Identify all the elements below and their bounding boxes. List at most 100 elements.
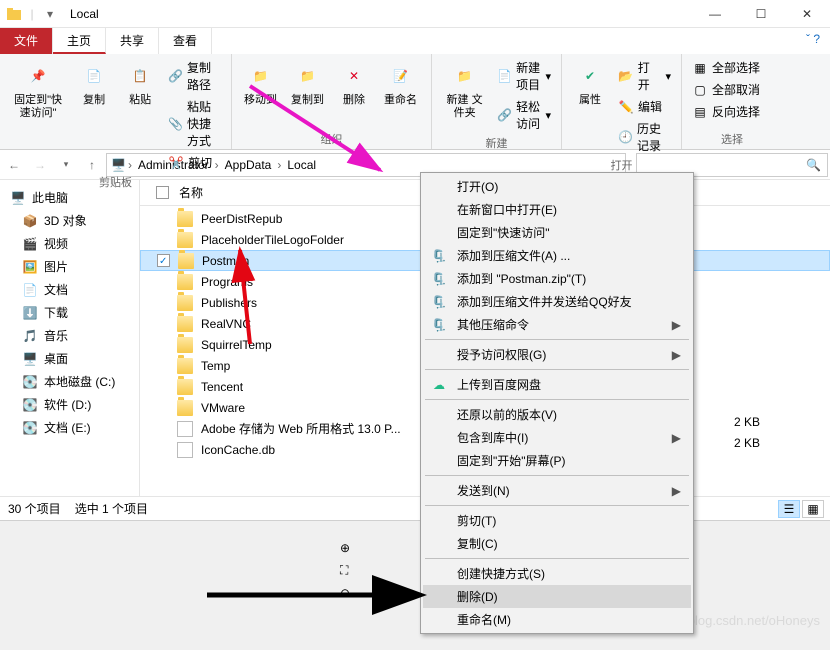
sidebar-item[interactable]: 🖼️图片 — [4, 255, 135, 278]
sidebar-item[interactable]: 💽本地磁盘 (C:) — [4, 370, 135, 393]
sidebar-icon: 🖥️ — [22, 351, 38, 367]
preview-pane: ⊕ ⛶ ⊖ — [0, 520, 830, 650]
sidebar-item[interactable]: 🎵音乐 — [4, 324, 135, 347]
menu-item[interactable]: 在新窗口中打开(E) — [423, 198, 691, 221]
close-button[interactable]: ✕ — [784, 0, 830, 28]
menu-label: 创建快捷方式(S) — [457, 565, 545, 582]
newfolder-button[interactable]: 📁新建 文件夹 — [440, 58, 489, 122]
sidebar-icon: 🖼️ — [22, 259, 38, 275]
group-new-label: 新建 — [440, 133, 553, 151]
sidebar-item[interactable]: 📦3D 对象 — [4, 209, 135, 232]
menu-label: 授予访问权限(G) — [457, 346, 546, 363]
menu-item[interactable]: 还原以前的版本(V) — [423, 403, 691, 426]
sidebar-item[interactable]: 🖥️桌面 — [4, 347, 135, 370]
select-none-button[interactable]: ▢全部取消 — [690, 80, 762, 99]
menu-item[interactable]: 打开(O) — [423, 175, 691, 198]
select-all-button[interactable]: ▦全部选择 — [690, 58, 762, 77]
copyto-button[interactable]: 📁复制到 — [287, 58, 328, 109]
menu-separator — [425, 399, 689, 400]
menu-item[interactable]: 包含到库中(I)▶ — [423, 426, 691, 449]
column-name[interactable]: 名称 — [179, 184, 203, 201]
folder-icon — [177, 211, 193, 227]
menu-separator — [425, 558, 689, 559]
menu-label: 包含到库中(I) — [457, 429, 528, 446]
sidebar-item[interactable]: ⬇️下载 — [4, 301, 135, 324]
tab-view[interactable]: 查看 — [159, 28, 212, 54]
tab-share[interactable]: 共享 — [106, 28, 159, 54]
ribbon-toggle-icon[interactable]: ˇ ? — [796, 28, 830, 54]
edit-button[interactable]: ✏️编辑 — [616, 97, 673, 116]
sidebar-item[interactable]: 💽软件 (D:) — [4, 393, 135, 416]
menu-label: 添加到 "Postman.zip"(T) — [457, 270, 586, 287]
sidebar-item[interactable]: 📄文档 — [4, 278, 135, 301]
archive-icon: 🗜️ — [431, 248, 447, 264]
menu-label: 添加到压缩文件(A) ... — [457, 247, 570, 264]
file-name: Tencent — [201, 380, 243, 394]
easyaccess-button[interactable]: 🔗轻松访问 ▾ — [495, 97, 553, 133]
expand-icon[interactable]: ⛶ — [340, 563, 350, 578]
menu-item[interactable]: 复制(C) — [423, 532, 691, 555]
open-button[interactable]: 📂打开 ▾ — [616, 58, 673, 94]
select-all-checkbox[interactable] — [156, 186, 169, 199]
tab-file[interactable]: 文件 — [0, 28, 53, 54]
maximize-button[interactable]: ☐ — [738, 0, 784, 28]
rename-button[interactable]: 📝重命名 — [380, 58, 421, 109]
minimize-button[interactable]: — — [692, 0, 738, 28]
menu-item[interactable]: 重命名(M) — [423, 608, 691, 631]
status-item-count: 30 个项目 — [8, 500, 61, 517]
pin-button[interactable]: 📌固定到"快 速访问" — [8, 58, 68, 122]
sidebar-icon: 💽 — [22, 420, 38, 436]
archive-icon: 🗜️ — [431, 294, 447, 310]
submenu-arrow-icon: ▶ — [672, 318, 681, 332]
menu-item[interactable]: ☁上传到百度网盘 — [423, 373, 691, 396]
paste-shortcut-button[interactable]: 📎粘贴快捷方式 — [166, 97, 223, 150]
status-selected: 选中 1 个项目 — [75, 500, 148, 517]
menu-item[interactable]: 固定到"快速访问" — [423, 221, 691, 244]
row-checkbox[interactable] — [157, 254, 170, 267]
archive-icon: 🗜️ — [431, 271, 447, 287]
menu-label: 打开(O) — [457, 178, 498, 195]
crumb-2[interactable]: Local — [283, 158, 320, 172]
submenu-arrow-icon: ▶ — [672, 348, 681, 362]
properties-button[interactable]: ✔属性 — [570, 58, 610, 109]
menu-item[interactable]: 发送到(N)▶ — [423, 479, 691, 502]
menu-item[interactable]: 🗜️ 添加到 "Postman.zip"(T) — [423, 267, 691, 290]
menu-item[interactable]: 🗜️添加到压缩文件并发送给QQ好友 — [423, 290, 691, 313]
delete-button[interactable]: ✕删除 — [334, 58, 374, 109]
file-name: Temp — [201, 359, 230, 373]
menu-item[interactable]: 删除(D) — [423, 585, 691, 608]
tab-home[interactable]: 主页 — [53, 28, 106, 54]
copy-path-button[interactable]: 🔗复制路径 — [166, 58, 223, 94]
zoom-out-icon[interactable]: ⊖ — [340, 586, 350, 600]
menu-separator — [425, 339, 689, 340]
menu-item[interactable]: 固定到"开始"屏幕(P) — [423, 449, 691, 472]
file-name: RealVNC — [201, 317, 251, 331]
menu-item[interactable]: 创建快捷方式(S) — [423, 562, 691, 585]
copy-button[interactable]: 📄复制 — [74, 58, 114, 109]
zoom-in-icon[interactable]: ⊕ — [340, 541, 350, 555]
dropdown-icon[interactable]: ▾ — [42, 6, 58, 22]
sidebar-item[interactable]: 💽文档 (E:) — [4, 416, 135, 439]
window-title: Local — [64, 7, 99, 21]
menu-item[interactable]: 剪切(T) — [423, 509, 691, 532]
paste-button[interactable]: 📋粘贴 — [120, 58, 160, 109]
sidebar-icon: ⬇️ — [22, 305, 38, 321]
view-details-button[interactable]: ☰ — [778, 500, 800, 518]
history-button[interactable]: 🕘历史记录 — [616, 119, 673, 155]
group-select-label: 选择 — [690, 129, 774, 147]
sidebar-item[interactable]: 🎬视频 — [4, 232, 135, 255]
menu-item[interactable]: 🗜️其他压缩命令▶ — [423, 313, 691, 336]
archive-icon: 🗜️ — [431, 317, 447, 333]
cut-button[interactable]: ✂️剪切 — [166, 153, 223, 172]
menu-item[interactable]: 🗜️ 添加到压缩文件(A) ... — [423, 244, 691, 267]
newitem-button[interactable]: 📄新建项目 ▾ — [495, 58, 553, 94]
folder-icon — [177, 358, 193, 374]
file-name: SquirrelTemp — [201, 338, 272, 352]
moveto-button[interactable]: 📁移动到 — [240, 58, 281, 109]
menu-item[interactable]: 授予访问权限(G) ▶ — [423, 343, 691, 366]
file-size: 2 KB — [734, 433, 760, 454]
view-icons-button[interactable]: ▦ — [802, 500, 824, 518]
invert-select-button[interactable]: ▤反向选择 — [690, 102, 762, 121]
crumb-1[interactable]: AppData — [221, 158, 276, 172]
file-name: Publishers — [201, 296, 257, 310]
